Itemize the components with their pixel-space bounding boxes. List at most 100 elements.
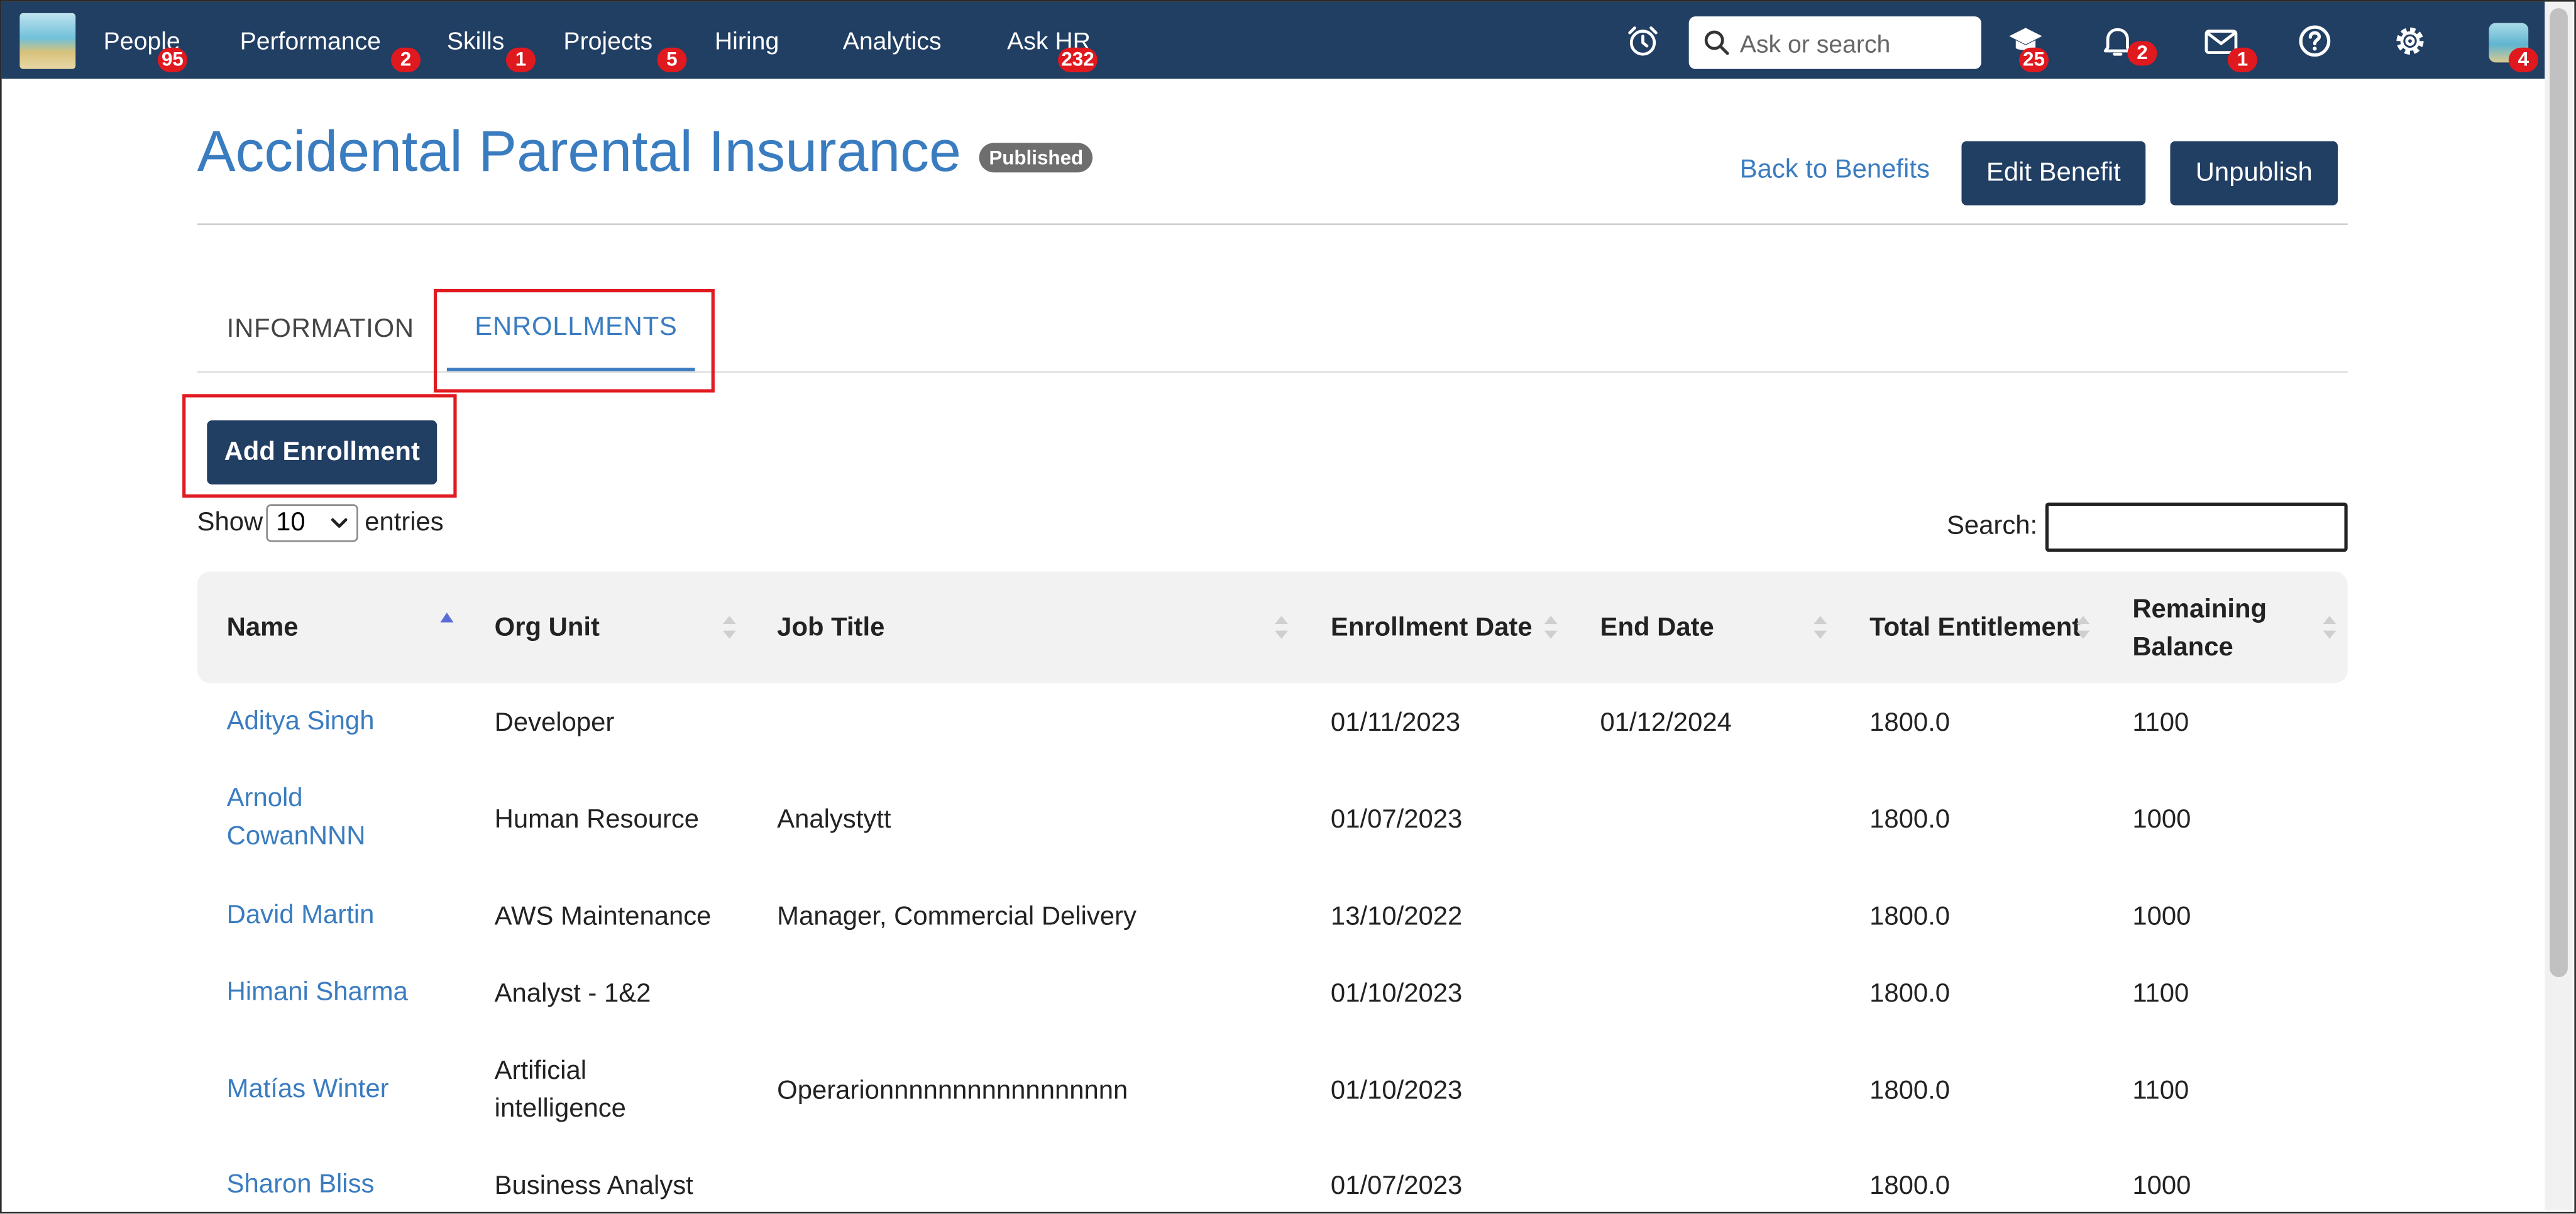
sort-icon[interactable] — [721, 614, 737, 640]
enrollment-date-cell: 01/07/2023 — [1330, 1173, 1463, 1201]
help-icon[interactable] — [2297, 23, 2333, 59]
enrollment-date-cell: 01/10/2023 — [1330, 1077, 1463, 1105]
sort-icon[interactable] — [2075, 614, 2091, 640]
remaining-balance-cell: 1100 — [2132, 709, 2189, 738]
employee-name-link[interactable]: David Martin — [227, 897, 375, 934]
header-line: Remaining — [2132, 596, 2267, 625]
end-date-cell: 01/12/2024 — [1600, 709, 1732, 738]
name-line: CowanNNN — [226, 823, 366, 851]
nav-item-label: Skills — [446, 28, 505, 56]
sort-icon[interactable] — [1812, 614, 1829, 640]
status-badge: Published — [979, 143, 1093, 173]
skills-badge: 1 — [505, 47, 536, 72]
job-title-cell: Operarionnnnnnnnnnnnnnnnn — [777, 1077, 1128, 1105]
ask-hr-badge: 232 — [1058, 47, 1098, 72]
enrollment-date-cell: 01/11/2023 — [1330, 709, 1461, 738]
org-unit-cell: Artificial intelligence — [495, 1053, 626, 1128]
alarm-clock-icon[interactable] — [1625, 23, 1661, 59]
total-entitlement-cell: 1800.0 — [1869, 806, 1951, 834]
name-line: Arnold — [226, 785, 303, 813]
nav-item-label: Hiring — [714, 28, 779, 56]
employee-name-link[interactable]: Aditya Singh — [227, 703, 375, 741]
sort-icon[interactable] — [1543, 614, 1559, 640]
column-header-job-title[interactable]: Job Title — [777, 610, 884, 647]
sort-ascending-icon[interactable] — [439, 608, 455, 634]
org-unit-cell: Developer — [494, 709, 615, 738]
remaining-balance-cell: 1000 — [2132, 903, 2191, 931]
page-size-select[interactable]: 10 — [266, 504, 358, 542]
remaining-balance-cell: 1000 — [2132, 806, 2191, 834]
tab-enrollments[interactable]: ENROLLMENTS — [475, 314, 677, 343]
top-nav-bar: People 95 Performance 2 Skills 1 Project… — [1, 1, 2545, 79]
org-unit-cell: AWS Maintenance — [494, 903, 712, 931]
remaining-balance-cell: 1100 — [2132, 980, 2189, 1009]
company-logo[interactable] — [19, 13, 76, 69]
messages-badge: 1 — [2227, 47, 2257, 72]
org-unit-cell: Business Analyst — [494, 1173, 693, 1201]
back-to-benefits-link[interactable]: Back to Benefits — [1740, 156, 1930, 185]
column-header-name[interactable]: Name — [227, 610, 299, 647]
total-entitlement-cell: 1800.0 — [1869, 903, 1951, 931]
learning-badge: 25 — [2018, 47, 2049, 72]
job-title-cell: Analystytt — [777, 806, 891, 834]
total-entitlement-cell: 1800.0 — [1869, 1173, 1951, 1201]
enrollment-date-cell: 01/07/2023 — [1330, 806, 1463, 834]
column-header-total-entitlement[interactable]: Total Entitlement — [1869, 610, 2081, 647]
nav-item-performance[interactable]: Performance — [240, 28, 381, 55]
employee-name-link[interactable]: Himani Sharma — [227, 974, 408, 1012]
people-badge: 95 — [157, 47, 187, 72]
tabs-divider — [197, 371, 2348, 373]
page-size-value: 10 — [276, 509, 305, 537]
employee-name-link[interactable]: Matías Winter — [227, 1071, 389, 1108]
add-enrollment-button[interactable]: Add Enrollment — [207, 420, 438, 484]
nav-item-skills[interactable]: Skills — [447, 28, 505, 55]
app-root: People 95 Performance 2 Skills 1 Project… — [0, 0, 2576, 1214]
unpublish-button[interactable]: Unpublish — [2170, 141, 2338, 205]
nav-item-label: Performance — [239, 28, 382, 56]
enrollment-date-cell: 13/10/2022 — [1330, 903, 1463, 931]
sort-icon[interactable] — [1273, 614, 1289, 640]
chevron-down-icon — [331, 518, 348, 528]
tab-information[interactable]: INFORMATION — [227, 315, 414, 345]
header-line: Balance — [2132, 633, 2233, 662]
column-header-end-date[interactable]: End Date — [1600, 610, 1714, 647]
enrollment-date-cell: 01/10/2023 — [1330, 980, 1463, 1009]
global-search[interactable] — [1688, 16, 1981, 69]
page-title: Accidental Parental Insurance — [197, 119, 961, 184]
org-line: intelligence — [494, 1095, 626, 1124]
total-entitlement-cell: 1800.0 — [1869, 1077, 1951, 1105]
performance-badge: 2 — [391, 47, 421, 72]
column-header-enrollment-date[interactable]: Enrollment Date — [1331, 610, 1533, 647]
remaining-balance-cell: 1100 — [2132, 1077, 2189, 1105]
page-scrollbar[interactable] — [2545, 1, 2573, 1211]
gear-icon[interactable] — [2392, 23, 2428, 59]
sort-icon[interactable] — [2321, 614, 2338, 640]
employee-name-link[interactable]: Sharon Bliss — [227, 1166, 375, 1204]
header-divider — [197, 223, 2348, 226]
org-line: Artificial — [494, 1058, 587, 1086]
avatar-badge: 4 — [2508, 47, 2538, 72]
column-header-remaining-balance[interactable]: Remaining Balance — [2132, 591, 2267, 667]
total-entitlement-cell: 1800.0 — [1869, 709, 1951, 738]
employee-name-link[interactable]: Arnold CowanNNN — [227, 780, 366, 855]
scrollbar-thumb[interactable] — [2550, 8, 2568, 978]
nav-item-label: Projects — [563, 28, 653, 56]
job-title-cell: Manager, Commercial Delivery — [777, 903, 1137, 931]
entries-label: entries — [365, 509, 444, 537]
edit-benefit-button[interactable]: Edit Benefit — [1961, 141, 2146, 205]
nav-item-label: Analytics — [842, 28, 942, 56]
projects-badge: 5 — [657, 47, 687, 72]
global-search-input[interactable] — [1736, 25, 1973, 64]
nav-item-projects[interactable]: Projects — [563, 28, 652, 55]
table-search-label: Search: — [1946, 512, 2038, 540]
org-unit-cell: Human Resource — [494, 806, 700, 834]
nav-item-hiring[interactable]: Hiring — [715, 28, 779, 55]
remaining-balance-cell: 1000 — [2132, 1173, 2191, 1201]
notifications-badge: 2 — [2127, 41, 2157, 66]
column-header-org-unit[interactable]: Org Unit — [495, 610, 600, 647]
table-search-input[interactable] — [2045, 502, 2348, 552]
org-unit-cell: Analyst - 1&2 — [494, 980, 651, 1009]
search-icon — [1704, 30, 1729, 55]
nav-item-analytics[interactable]: Analytics — [843, 28, 942, 55]
total-entitlement-cell: 1800.0 — [1869, 980, 1951, 1009]
